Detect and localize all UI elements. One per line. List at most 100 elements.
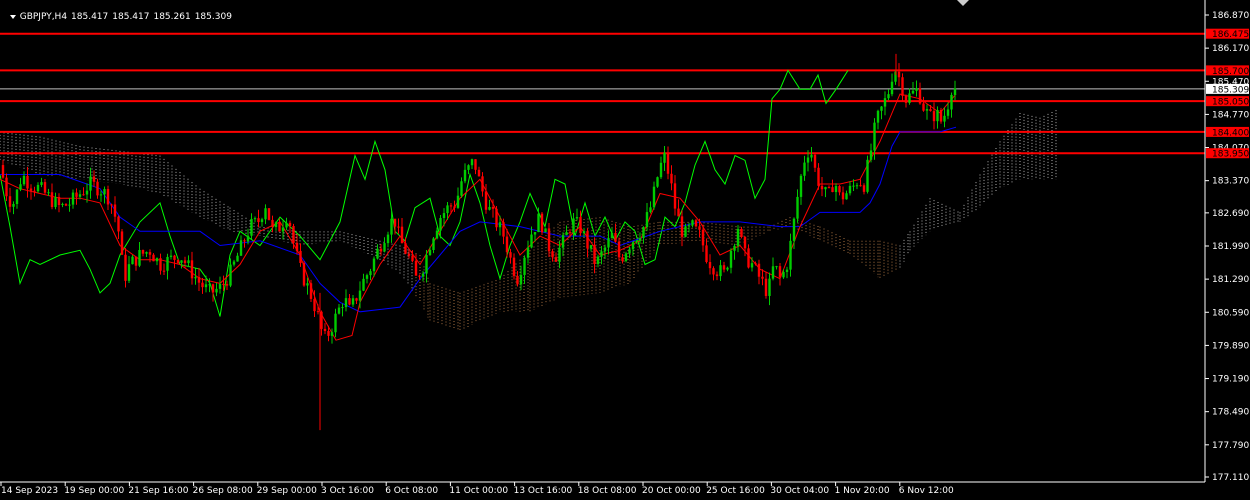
candle-body (386, 234, 390, 244)
candle-body (932, 111, 936, 122)
candle-body (519, 275, 523, 285)
candle-body (918, 88, 922, 104)
candle-body (719, 265, 722, 277)
candle-body (677, 208, 680, 217)
candle-body (715, 274, 719, 277)
candle-body (40, 182, 43, 185)
candle-body (561, 235, 565, 248)
dropdown-arrow-icon[interactable] (9, 14, 16, 19)
candle-body (267, 208, 271, 220)
candle-body (540, 213, 544, 233)
candle-body (820, 185, 824, 190)
candle-body (621, 257, 624, 262)
candle-body (649, 207, 652, 213)
candle-body (236, 255, 239, 262)
candle-body (78, 194, 82, 197)
candle-body (481, 176, 484, 192)
candle-body (537, 213, 540, 233)
candle-body (64, 203, 68, 206)
candle-body (61, 203, 64, 206)
candle-body (733, 245, 736, 251)
candle-body (453, 206, 456, 208)
candle-body (369, 271, 372, 276)
price-tick-label: 179.190 (1212, 375, 1249, 385)
candle-body (344, 298, 348, 308)
time-axis: 14 Sep 2023 19 Sep 00:00 21 Sep 16:00 26 Se… (0, 481, 1205, 496)
candle-body (334, 313, 337, 333)
candle-body (806, 157, 810, 163)
candle-body (253, 218, 257, 220)
candle-body (183, 260, 187, 264)
candle-body (666, 152, 670, 174)
candle-body (411, 255, 414, 261)
candle-body (915, 88, 918, 91)
candle-body (145, 252, 148, 254)
candle-body (526, 247, 530, 258)
candle-body (456, 195, 460, 208)
candle-body (362, 278, 365, 291)
candle-body (358, 290, 362, 301)
candle-body (187, 260, 190, 264)
candle-body (229, 264, 232, 286)
candle-body (736, 228, 740, 246)
candle-body (190, 260, 194, 279)
candle-body (946, 109, 950, 116)
candle-body (110, 204, 113, 206)
candle-body (89, 176, 92, 191)
candle-body (582, 231, 586, 234)
candle-body (348, 298, 351, 305)
candles (1, 53, 957, 431)
candle-body (887, 94, 890, 99)
candle-body (939, 109, 943, 122)
candle-body (862, 185, 866, 192)
candle-body (141, 249, 145, 254)
candle-body (306, 283, 309, 286)
candle-body (600, 251, 603, 257)
candle-body (19, 184, 22, 190)
candle-body (792, 218, 796, 241)
candle-body (425, 255, 428, 274)
price-chart[interactable]: 186.870186.170185.470184.770184.070183.3… (0, 0, 1250, 500)
candle-body (460, 181, 463, 196)
candle-body (169, 255, 173, 257)
ohlc-high: 185.417 (112, 12, 150, 22)
candle-body (390, 218, 393, 235)
candle-body (799, 175, 803, 197)
candle-body (512, 257, 516, 276)
price-tick-label: 178.490 (1212, 408, 1249, 418)
candle-body (302, 262, 306, 286)
candle-body (57, 197, 61, 206)
candle-body (397, 226, 400, 228)
candle-body (176, 259, 180, 263)
candle-body (208, 284, 211, 286)
candle-body (33, 190, 36, 192)
candle-body (351, 298, 355, 305)
candle-body (743, 236, 747, 249)
candle-body (544, 228, 547, 233)
candle-body (155, 258, 159, 262)
candle-body (530, 234, 533, 248)
candle-body (925, 109, 929, 111)
candle-body (841, 192, 845, 200)
candle-body (876, 110, 880, 123)
time-tick-label: 18 Oct 08:00 (578, 486, 637, 496)
candle-body (484, 191, 488, 210)
candle-body (726, 267, 729, 270)
candle-body (533, 232, 537, 235)
candle-body (166, 256, 169, 271)
candle-body (883, 98, 887, 107)
candle-body (250, 218, 253, 236)
candle-body (890, 81, 894, 95)
candle-body (449, 205, 453, 207)
chart-shift-marker-icon[interactable] (957, 0, 969, 6)
candle-body (880, 106, 883, 111)
candle-body (26, 175, 29, 189)
candle-body (754, 263, 757, 265)
candle-body (194, 277, 197, 279)
candle-body (393, 218, 397, 227)
candle-body (614, 232, 617, 242)
candle-body (211, 284, 215, 293)
time-tick-label: 25 Oct 16:00 (706, 486, 765, 496)
candle-body (131, 256, 134, 265)
candle-body (383, 243, 386, 252)
